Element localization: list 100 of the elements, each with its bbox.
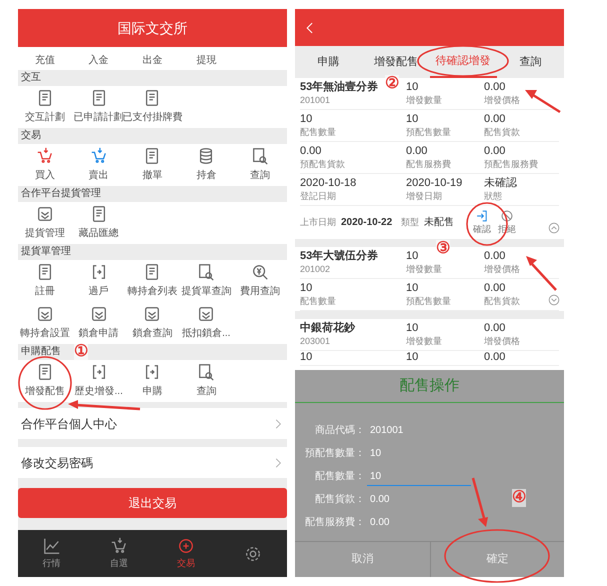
pointer-arrow (525, 90, 561, 114)
data-cell: 0.00 增發價格 (484, 80, 520, 106)
field-value: 未配售 (424, 216, 454, 230)
menu-item[interactable]: 轉持倉設置 (18, 302, 72, 344)
data-cell: 0.00 (484, 351, 506, 364)
data-cell: 中銀荷花鈔 203001 (300, 322, 355, 348)
data-cell: 0.00 預配售貨款 (300, 144, 345, 170)
pointer-arrow (526, 256, 557, 291)
data-cell: 2020-10-18 登記日期 (300, 176, 356, 202)
chevron-up-icon (548, 222, 560, 234)
field-value: 0.00 (370, 516, 390, 530)
menu-item[interactable]: 買入 (18, 144, 72, 186)
menu-item[interactable]: 申購 (126, 360, 180, 402)
data-cell: 0.00 增發價格 (484, 322, 520, 348)
menu-item[interactable]: 藏品匯總 (72, 202, 126, 244)
search-icon (197, 263, 216, 281)
menu-item[interactable]: 提現 (179, 53, 234, 68)
data-cell: 0.00 預配售服務費 (484, 144, 538, 170)
menu-item[interactable]: 撤單 (126, 144, 180, 186)
menu-item[interactable]: 提貨管理 (18, 202, 72, 244)
menu-row[interactable]: 合作平台個人中心 (18, 408, 287, 439)
menu-item[interactable]: 出金 (126, 53, 180, 68)
tab[interactable]: 待確認增發 (430, 46, 497, 78)
data-cell: 10 配售數量 (300, 112, 336, 138)
cart-icon (90, 147, 108, 165)
data-cell: 10 配售數量 (300, 282, 336, 308)
menu-item[interactable]: 轉持倉列表 (126, 260, 180, 302)
menu-row[interactable]: 修改交易密碼 (18, 447, 287, 478)
data-cell: 10 預配售數量 (406, 282, 451, 308)
menu-item[interactable]: 鎖倉查詢 (126, 302, 180, 344)
data-cell: 0.00 配售貨款 (484, 112, 520, 138)
field-label: 配售數量： (314, 470, 365, 484)
menu-item[interactable]: 持倉 (179, 144, 234, 186)
data-cell: 10 增發數量 (406, 322, 442, 348)
data-cell: 0.00 配售貨款 (484, 282, 520, 308)
menu-item[interactable]: 過戶 (72, 260, 126, 302)
step-number: ④ (512, 489, 526, 507)
field-label: 商品代碼： (314, 424, 365, 438)
cart-icon (110, 536, 128, 555)
field-label: 配售貨款： (314, 493, 365, 507)
menu-item[interactable]: 抵扣鎖倉... (179, 302, 234, 344)
field-label: 預配售數量： (304, 447, 365, 461)
highlight-circle (466, 202, 508, 246)
search-icon (197, 363, 216, 381)
confirm-button[interactable]: 確認 (473, 208, 492, 236)
layers-icon (197, 305, 216, 323)
menu-item[interactable]: 歷史增發... (72, 360, 126, 402)
menu-item[interactable]: 已支付掛牌費 (126, 86, 180, 128)
gear-icon (244, 544, 262, 562)
menu-item[interactable]: 查詢 (179, 360, 234, 402)
menu-item[interactable]: 查詢 (233, 144, 287, 186)
menu-item[interactable]: 費用查詢 (233, 260, 287, 302)
expand-toggle[interactable] (548, 222, 560, 234)
chevron-down-icon (548, 294, 560, 306)
exit-button[interactable]: 退出交易 (18, 488, 287, 518)
data-cell: 10 增發數量 (406, 80, 442, 106)
menu-item[interactable]: 賣出 (72, 144, 126, 186)
field-value: 0.00 (370, 493, 390, 507)
field-value: 201001 (370, 424, 404, 438)
enter-icon (475, 208, 490, 223)
expand-toggle[interactable] (548, 294, 560, 306)
field-value: 2020-10-22 (341, 216, 392, 230)
data-cell: 未確認 狀態 (484, 176, 517, 202)
pointer-arrow (472, 478, 488, 527)
cart-icon (36, 147, 54, 165)
step-number: ① (74, 343, 88, 361)
nav-tab[interactable]: 自選 (85, 530, 152, 577)
prohibited-icon (500, 208, 514, 223)
data-cell: 10 (300, 351, 312, 364)
line-chart-icon (42, 536, 61, 555)
search-icon (251, 147, 270, 165)
menu-item[interactable]: 鎖倉申請 (72, 302, 126, 344)
field-label: 類型 (401, 216, 420, 229)
layers-icon (143, 305, 162, 323)
dialog-title: 配售操作 (400, 376, 460, 396)
menu-item[interactable]: 提貨單查詢 (179, 260, 234, 302)
data-cell: 2020-10-19 增發日期 (406, 176, 462, 202)
menu-item[interactable]: 增發配售 (18, 360, 72, 402)
field-label: 配售服務費： (304, 516, 365, 530)
data-cell: 10 預配售數量 (406, 112, 451, 138)
layers-icon (36, 305, 54, 323)
menu-item[interactable]: 交互計劃 (18, 86, 72, 128)
data-cell: 10 (406, 351, 418, 364)
menu-item[interactable]: 入金 (72, 53, 126, 68)
yen-search-icon (251, 263, 270, 281)
data-cell: 53年大號伍分券 201002 (300, 250, 378, 276)
field-label: 上市日期 (300, 216, 336, 229)
tab[interactable]: 查詢 (496, 46, 564, 78)
data-cell: 53年無油壹分券 201001 (300, 80, 378, 106)
layers-icon (90, 305, 108, 323)
data-cell: 0.00 配售服務費 (406, 144, 451, 170)
data-cell: 0.00 增發價格 (484, 250, 520, 276)
menu-item[interactable]: 註冊 (18, 260, 72, 302)
app-title: 国际文交所 (118, 18, 188, 38)
nav-tab[interactable]: 行情 (18, 530, 86, 577)
tab[interactable]: 申購 (295, 46, 362, 78)
circle-plus-icon (177, 536, 196, 555)
layers-icon (36, 205, 54, 223)
menu-item[interactable]: 充值 (18, 53, 72, 68)
field-value: 10 (370, 447, 382, 461)
